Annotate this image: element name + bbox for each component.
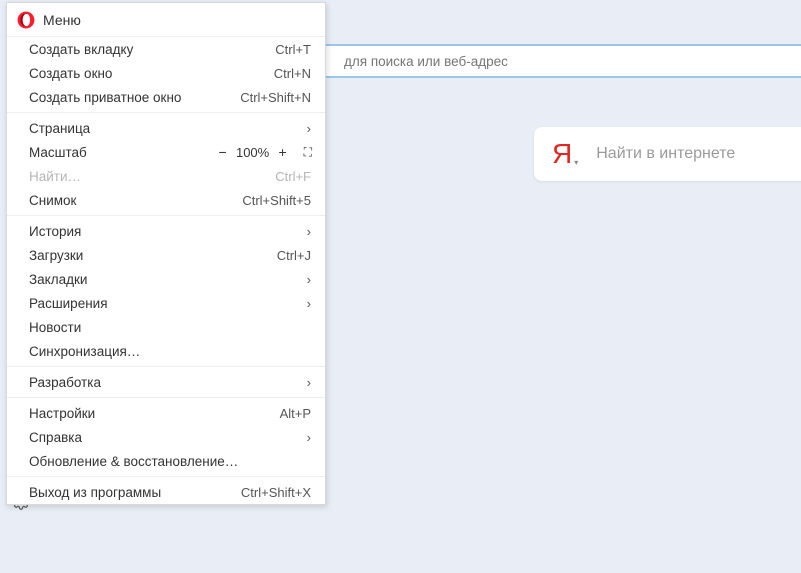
menu-item-shortcut: Ctrl+Shift+N [240, 90, 311, 105]
menu-separator [7, 476, 325, 477]
menu-item-label: Новости [29, 320, 311, 335]
menu-separator [7, 366, 325, 367]
menu-item-shortcut: Alt+P [280, 406, 311, 421]
menu-item-find: Найти… Ctrl+F [7, 164, 325, 188]
menu-item-label: Создать вкладку [29, 42, 267, 57]
menu-item-snapshot[interactable]: Снимок Ctrl+Shift+5 [7, 188, 325, 212]
chevron-down-icon: ▾ [574, 158, 578, 167]
menu-item-help[interactable]: Справка › [7, 425, 325, 449]
menu-item-shortcut: Ctrl+Shift+5 [242, 193, 311, 208]
menu-item-label: Создать приватное окно [29, 90, 232, 105]
menu-item-shortcut: Ctrl+Shift+X [241, 485, 311, 500]
menu-item-bookmarks[interactable]: Закладки › [7, 267, 325, 291]
yandex-icon[interactable]: Я ▾ [552, 140, 578, 168]
menu-item-label: Синхронизация… [29, 344, 311, 359]
menu-item-develop[interactable]: Разработка › [7, 370, 325, 394]
fullscreen-icon[interactable]: ⛶ [304, 145, 311, 160]
menu-item-label: Масштаб [29, 145, 216, 160]
menu-item-shortcut: Ctrl+T [275, 42, 311, 57]
menu-item-exit[interactable]: Выход из программы Ctrl+Shift+X [7, 480, 325, 504]
menu-item-history[interactable]: История › [7, 219, 325, 243]
menu-item-shortcut: Ctrl+J [277, 248, 311, 263]
menu-title: Меню [43, 12, 81, 28]
menu-item-label: Снимок [29, 193, 234, 208]
menu-item-label: Страница [29, 121, 299, 136]
menu-item-news[interactable]: Новости [7, 315, 325, 339]
chevron-right-icon: › [307, 430, 311, 445]
chevron-right-icon: › [307, 296, 311, 311]
menu-item-new-priv[interactable]: Создать приватное окно Ctrl+Shift+N [7, 85, 325, 109]
chevron-right-icon: › [307, 375, 311, 390]
search-card[interactable]: Я ▾ Найти в интернете [534, 127, 801, 181]
menu-separator [7, 397, 325, 398]
menu-item-label: Выход из программы [29, 485, 233, 500]
menu-item-recovery[interactable]: Обновление & восстановление… [7, 449, 325, 473]
menu-item-new-tab[interactable]: Создать вкладку Ctrl+T [7, 37, 325, 61]
menu-separator [7, 112, 325, 113]
zoom-out-button[interactable]: − [216, 145, 230, 159]
main-menu: Меню Создать вкладку Ctrl+T Создать окно Ct… [6, 2, 326, 505]
menu-item-label: Справка [29, 430, 299, 445]
search-placeholder: Найти в интернете [596, 145, 735, 163]
menu-item-settings[interactable]: Настройки Alt+P [7, 401, 325, 425]
menu-separator [7, 215, 325, 216]
menu-item-label: Расширения [29, 296, 299, 311]
menu-item-sync[interactable]: Синхронизация… [7, 339, 325, 363]
opera-icon [17, 11, 35, 29]
chevron-right-icon: › [307, 224, 311, 239]
menu-item-downloads[interactable]: Загрузки Ctrl+J [7, 243, 325, 267]
zoom-controls: −100% + ⛶ [216, 145, 311, 160]
zoom-percent: 100% [236, 145, 270, 160]
menu-item-label: Настройки [29, 406, 272, 421]
zoom-in-button[interactable]: + [276, 145, 290, 159]
menu-item-shortcut: Ctrl+N [274, 66, 311, 81]
menu-item-new-window[interactable]: Создать окно Ctrl+N [7, 61, 325, 85]
chevron-right-icon: › [307, 121, 311, 136]
menu-header[interactable]: Меню [7, 3, 325, 37]
menu-item-shortcut: Ctrl+F [275, 169, 311, 184]
chevron-right-icon: › [307, 272, 311, 287]
menu-item-label: Создать окно [29, 66, 266, 81]
menu-item-page[interactable]: Страница › [7, 116, 325, 140]
menu-item-label: Закладки [29, 272, 299, 287]
menu-item-label: История [29, 224, 299, 239]
menu-item-zoom[interactable]: Масштаб−100% + ⛶ [7, 140, 325, 164]
menu-item-extensions[interactable]: Расширения › [7, 291, 325, 315]
menu-item-label: Загрузки [29, 248, 269, 263]
menu-item-label: Обновление & восстановление… [29, 454, 311, 469]
menu-item-label: Найти… [29, 169, 267, 184]
menu-item-label: Разработка [29, 375, 299, 390]
